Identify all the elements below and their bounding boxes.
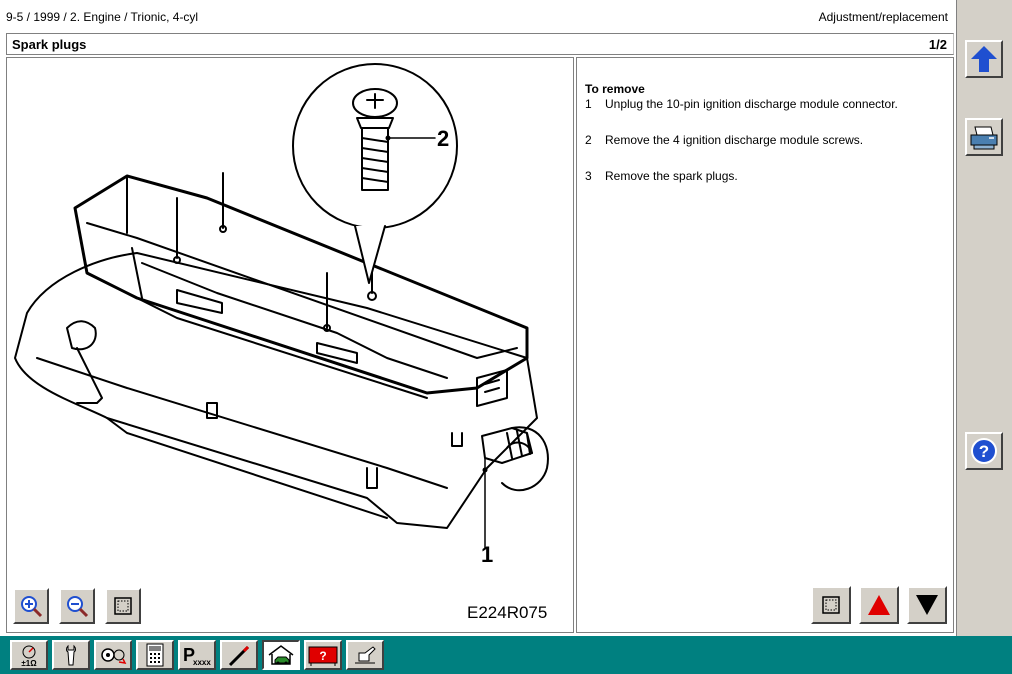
parts-button[interactable]: P xxxx — [178, 640, 216, 670]
tools-button[interactable] — [52, 640, 90, 670]
svg-text:?: ? — [979, 442, 989, 461]
diagnostics-button[interactable]: ? — [304, 640, 342, 670]
step-number: 2 — [585, 133, 592, 147]
step-text: Unplug the 10-pin ignition discharge mod… — [605, 97, 898, 111]
svg-text:±1Ω: ±1Ω — [21, 659, 37, 667]
page-indicator: 1/2 — [928, 37, 947, 52]
zoom-in-icon — [21, 596, 43, 618]
gears-icon — [101, 648, 127, 664]
main-window: 9-5 / 1999 / 2. Engine / Trionic, 4-cyl … — [0, 0, 956, 636]
instruction-step: 3 Remove the spark plugs. — [585, 169, 945, 183]
calculator-button[interactable] — [136, 640, 174, 670]
multimeter-icon: ±1Ω — [21, 645, 37, 667]
zoom-out-button[interactable] — [59, 588, 95, 624]
svg-text:xxxx: xxxx — [193, 658, 211, 667]
svg-text:?: ? — [319, 649, 326, 663]
measurement-tool-button[interactable]: ±1Ω — [10, 640, 48, 670]
print-button[interactable] — [965, 118, 1003, 156]
service-info-button[interactable] — [262, 640, 300, 670]
help-button[interactable]: ? — [965, 432, 1003, 470]
diagnostics-icon: ? — [308, 646, 338, 666]
help-icon: ? — [971, 438, 997, 464]
previous-page-button[interactable] — [859, 586, 899, 624]
page-title: Spark plugs — [12, 37, 87, 52]
instructions-pane: To remove 1 Unplug the 10-pin ignition d… — [576, 57, 954, 633]
mode-label: Adjustment/replacement — [818, 10, 948, 24]
step-text: Remove the 4 ignition discharge module s… — [605, 133, 864, 147]
illustration-pane: 2 1 E224R075 — [6, 57, 574, 633]
parts-number-icon: P xxxx — [183, 645, 211, 667]
fit-view-button[interactable] — [105, 588, 141, 624]
breadcrumb: 9-5 / 1999 / 2. Engine / Trionic, 4-cyl — [6, 10, 199, 24]
probe-button[interactable] — [220, 640, 258, 670]
next-page-button[interactable] — [907, 586, 947, 624]
zoom-out-icon — [67, 596, 89, 618]
ignition-module-illustration: 2 1 — [14, 63, 549, 567]
notes-button[interactable] — [346, 640, 384, 670]
probe-icon — [228, 645, 250, 667]
house-car-icon — [268, 645, 294, 665]
printer-icon — [970, 126, 998, 150]
instructions: To remove 1 Unplug the 10-pin ignition d… — [585, 82, 945, 205]
arrow-down-icon — [916, 595, 938, 615]
instruction-step: 2 Remove the 4 ignition discharge module… — [585, 133, 945, 147]
up-button[interactable] — [965, 40, 1003, 78]
top-bar: 9-5 / 1999 / 2. Engine / Trionic, 4-cyl … — [0, 6, 956, 28]
step-text: Remove the spark plugs. — [605, 169, 738, 183]
arrow-up-red-icon — [868, 595, 890, 615]
title-row: Spark plugs 1/2 — [6, 33, 954, 55]
step-number: 1 — [585, 97, 592, 111]
step-number: 3 — [585, 169, 592, 183]
fit-view-icon — [114, 597, 132, 615]
right-sidebar: ? — [956, 0, 1012, 640]
callout-2: 2 — [437, 126, 449, 151]
wrench-icon — [66, 644, 76, 666]
illustration-code: E224R075 — [467, 603, 548, 622]
calculator-icon — [146, 643, 164, 667]
text-fit-button[interactable] — [811, 586, 851, 624]
adjust-button[interactable] — [94, 640, 132, 670]
hand-pointer-icon — [355, 646, 376, 664]
bottom-toolbar: ±1Ω P xxxx ? — [0, 636, 1012, 674]
fit-view-icon — [822, 596, 840, 614]
instruction-step: 1 Unplug the 10-pin ignition discharge m… — [585, 97, 945, 111]
arrow-up-icon — [971, 46, 997, 72]
zoom-in-button[interactable] — [13, 588, 49, 624]
instructions-heading: To remove — [585, 82, 645, 96]
callout-1: 1 — [481, 542, 493, 567]
